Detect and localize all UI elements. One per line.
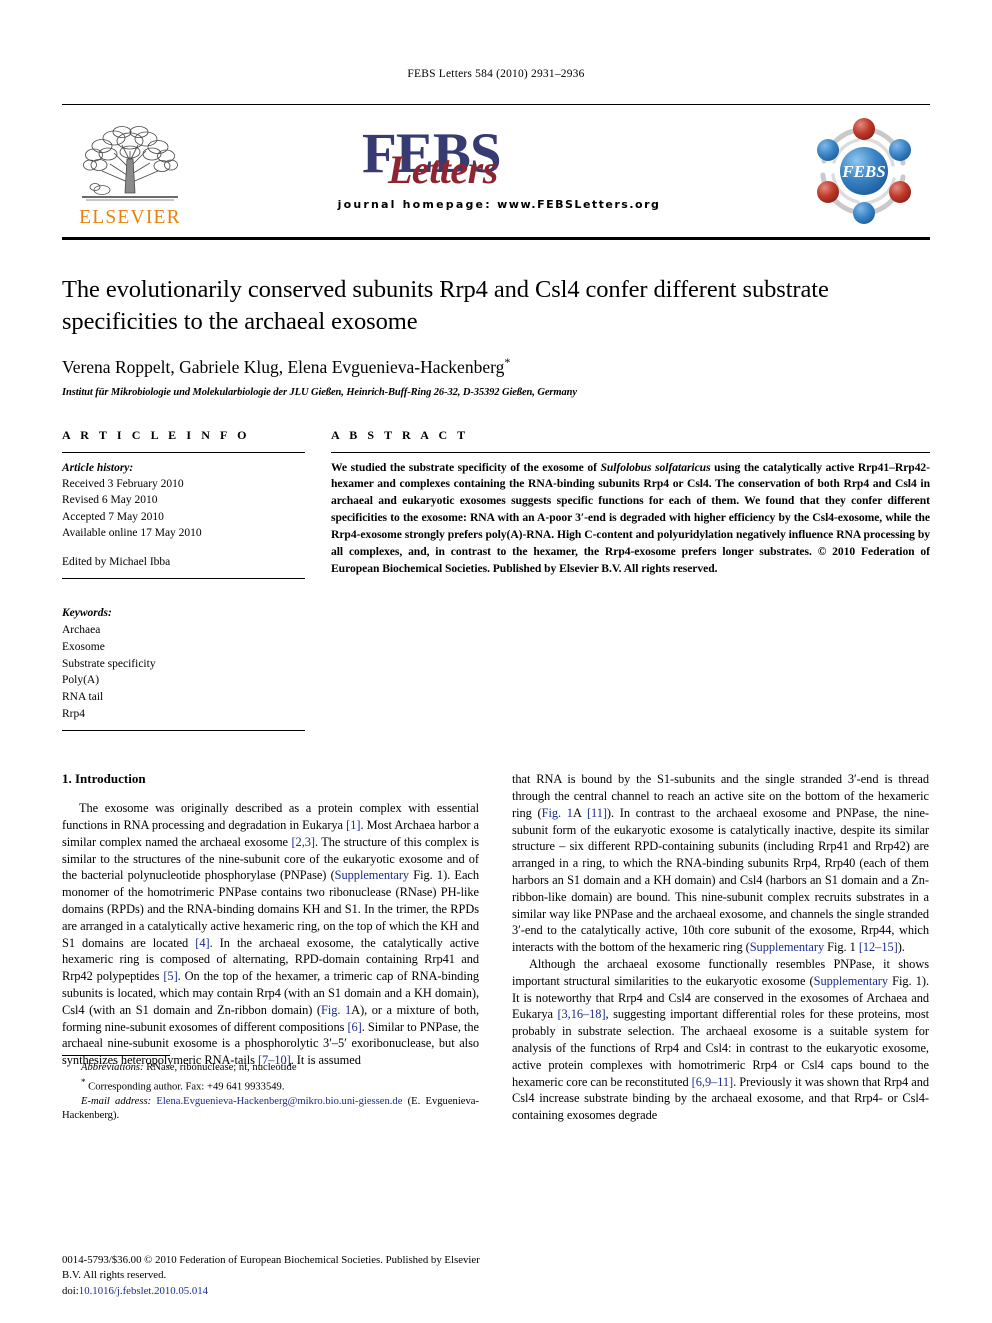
homepage-url[interactable]: www.FEBSLetters.org xyxy=(497,198,660,211)
journal-homepage[interactable]: journal homepage: www.FEBSLetters.org xyxy=(338,198,661,211)
doi-value[interactable]: 10.1016/j.febslet.2010.05.014 xyxy=(79,1285,208,1297)
elsevier-wordmark: ELSEVIER xyxy=(79,206,181,228)
abstract-part-2: using the catalytically active Rrp41–Rrp… xyxy=(331,460,930,558)
page-title: The evolutionarily conserved subunits Rr… xyxy=(62,276,829,335)
citation-ref[interactable]: [12–15] xyxy=(859,940,898,954)
footnote-email: E-mail address: Elena.Evguenieva-Hackenb… xyxy=(62,1095,479,1124)
keyword-item: Exosome xyxy=(62,640,105,653)
divider xyxy=(62,451,305,453)
citation-ref[interactable]: [2,3] xyxy=(291,835,315,849)
supplementary-link[interactable]: Supplementary xyxy=(335,868,409,882)
intro-paragraph-right-1: that RNA is bound by the S1-subunits and… xyxy=(512,771,929,956)
corresponding-author-marker: * xyxy=(504,354,511,369)
author-list: Verena Roppelt, Gabriele Klug, Elena Evg… xyxy=(62,355,930,378)
footnote-corresponding-author: * Corresponding author. Fax: +49 641 993… xyxy=(62,1076,479,1095)
febs-society-logo: FEBS xyxy=(808,115,920,227)
journal-logo-block: FEBS Letters journal homepage: www.FEBSL… xyxy=(190,125,808,211)
article-info-column: A R T I C L E I N F O Article history: R… xyxy=(62,428,305,732)
febs-circular-emblem-icon: FEBS xyxy=(817,118,911,224)
keywords-label: Keywords: xyxy=(62,607,112,620)
info-abstract-section: A R T I C L E I N F O Article history: R… xyxy=(62,428,930,732)
homepage-label: journal homepage: xyxy=(337,198,492,211)
abstract-part-1: We studied the substrate specificity of … xyxy=(331,460,601,474)
citation-ref[interactable]: [4] xyxy=(195,936,209,950)
text-run: ). In contrast to the archaeal exosome a… xyxy=(512,805,930,955)
citation-ref[interactable]: [6,9–11] xyxy=(692,1075,734,1089)
article-info-heading: A R T I C L E I N F O xyxy=(62,427,251,442)
email-address[interactable]: Elena.Evguenieva-Hackenberg@mikro.bio.un… xyxy=(156,1096,402,1107)
right-column: that RNA is bound by the S1-subunits and… xyxy=(512,771,929,1124)
keyword-item: RNA tail xyxy=(62,690,104,703)
author-names: Verena Roppelt, Gabriele Klug, Elena Evg… xyxy=(62,356,505,377)
text-run: A xyxy=(572,805,587,820)
doi-label: doi: xyxy=(62,1284,79,1297)
footnote-divider xyxy=(62,1055,170,1057)
paper-page: FEBS Letters 584 (2010) 2931–2936 ELSEVI… xyxy=(0,0,992,1323)
keyword-item: Poly(A) xyxy=(62,674,100,687)
abstract-column: A B S T R A C T We studied the substrate… xyxy=(331,428,930,732)
citation-ref[interactable]: [11] xyxy=(587,806,607,820)
doi-line: doi:10.1016/j.febslet.2010.05.014 xyxy=(62,1284,482,1299)
corresponding-text: Corresponding author. Fax: +49 641 99335… xyxy=(85,1081,285,1093)
body-columns: 1. Introduction The exosome was original… xyxy=(62,771,930,1124)
section-heading-introduction: 1. Introduction xyxy=(62,771,146,787)
abbreviations-text: RNase, ribonuclease; nt, nucleotide xyxy=(143,1062,297,1074)
abbreviations-label: Abbreviations: xyxy=(81,1062,144,1074)
abstract-organism-name: Sulfolobus solfataricus xyxy=(600,460,711,474)
citation-ref[interactable]: [6] xyxy=(347,1020,361,1034)
history-available-online: Available online 17 May 2010 xyxy=(62,526,202,539)
running-head: FEBS Letters 584 (2010) 2931–2936 xyxy=(407,68,585,80)
keyword-item: Rrp4 xyxy=(62,707,85,720)
text-run: Fig. 1 xyxy=(824,940,859,955)
page-footer: 0014-5793/$36.00 © 2010 Federation of Eu… xyxy=(62,1253,482,1299)
history-accepted: Accepted 7 May 2010 xyxy=(62,510,164,523)
keyword-item: Archaea xyxy=(62,624,101,637)
text-run: ). xyxy=(897,940,905,955)
supplementary-link[interactable]: Supplementary xyxy=(814,974,888,988)
footnotes-block: Abbreviations: RNase, ribonuclease; nt, … xyxy=(62,1055,479,1124)
citation-ref[interactable]: [5] xyxy=(163,969,177,983)
supplementary-link[interactable]: Supplementary xyxy=(750,940,824,954)
figure-link[interactable]: Fig. 1 xyxy=(321,1003,351,1017)
issn-copyright-line: 0014-5793/$36.00 © 2010 Federation of Eu… xyxy=(62,1254,480,1282)
elsevier-logo: ELSEVIER xyxy=(70,109,190,233)
figure-link[interactable]: Fig. 1 xyxy=(542,806,573,820)
letters-wordmark: Letters xyxy=(388,147,498,192)
article-history-label: Article history: xyxy=(62,461,134,474)
history-revised: Revised 6 May 2010 xyxy=(62,494,158,507)
citation-ref[interactable]: [3,16–18] xyxy=(557,1007,605,1021)
keyword-item: Substrate specificity xyxy=(62,657,156,670)
left-column: 1. Introduction The exosome was original… xyxy=(62,771,479,1124)
history-received: Received 3 February 2010 xyxy=(62,477,184,490)
divider xyxy=(62,730,305,732)
divider xyxy=(331,451,930,453)
email-label: E-mail address: xyxy=(81,1095,152,1107)
svg-text:FEBS: FEBS xyxy=(841,162,885,181)
abstract-text: We studied the substrate specificity of … xyxy=(331,460,930,578)
intro-paragraph-left: The exosome was originally described as … xyxy=(62,800,479,1069)
elsevier-tree-icon xyxy=(82,125,178,200)
footnote-abbreviations: Abbreviations: RNase, ribonuclease; nt, … xyxy=(62,1061,479,1076)
keywords-block: Keywords: Archaea Exosome Substrate spec… xyxy=(62,605,305,732)
divider xyxy=(62,578,305,580)
editor-line: Edited by Michael Ibba xyxy=(62,556,171,569)
affiliation: Institut für Mikrobiologie und Molekular… xyxy=(62,386,577,398)
title-area: The evolutionarily conserved subunits Rr… xyxy=(62,274,930,398)
febs-letters-logo: FEBS Letters xyxy=(354,125,644,192)
intro-paragraph-right-2: Although the archaeal exosome functional… xyxy=(512,956,929,1124)
citation-ref[interactable]: [1] xyxy=(346,818,360,832)
journal-masthead: ELSEVIER FEBS Letters journal homepage: … xyxy=(62,104,930,240)
abstract-heading: A B S T R A C T xyxy=(331,427,469,442)
